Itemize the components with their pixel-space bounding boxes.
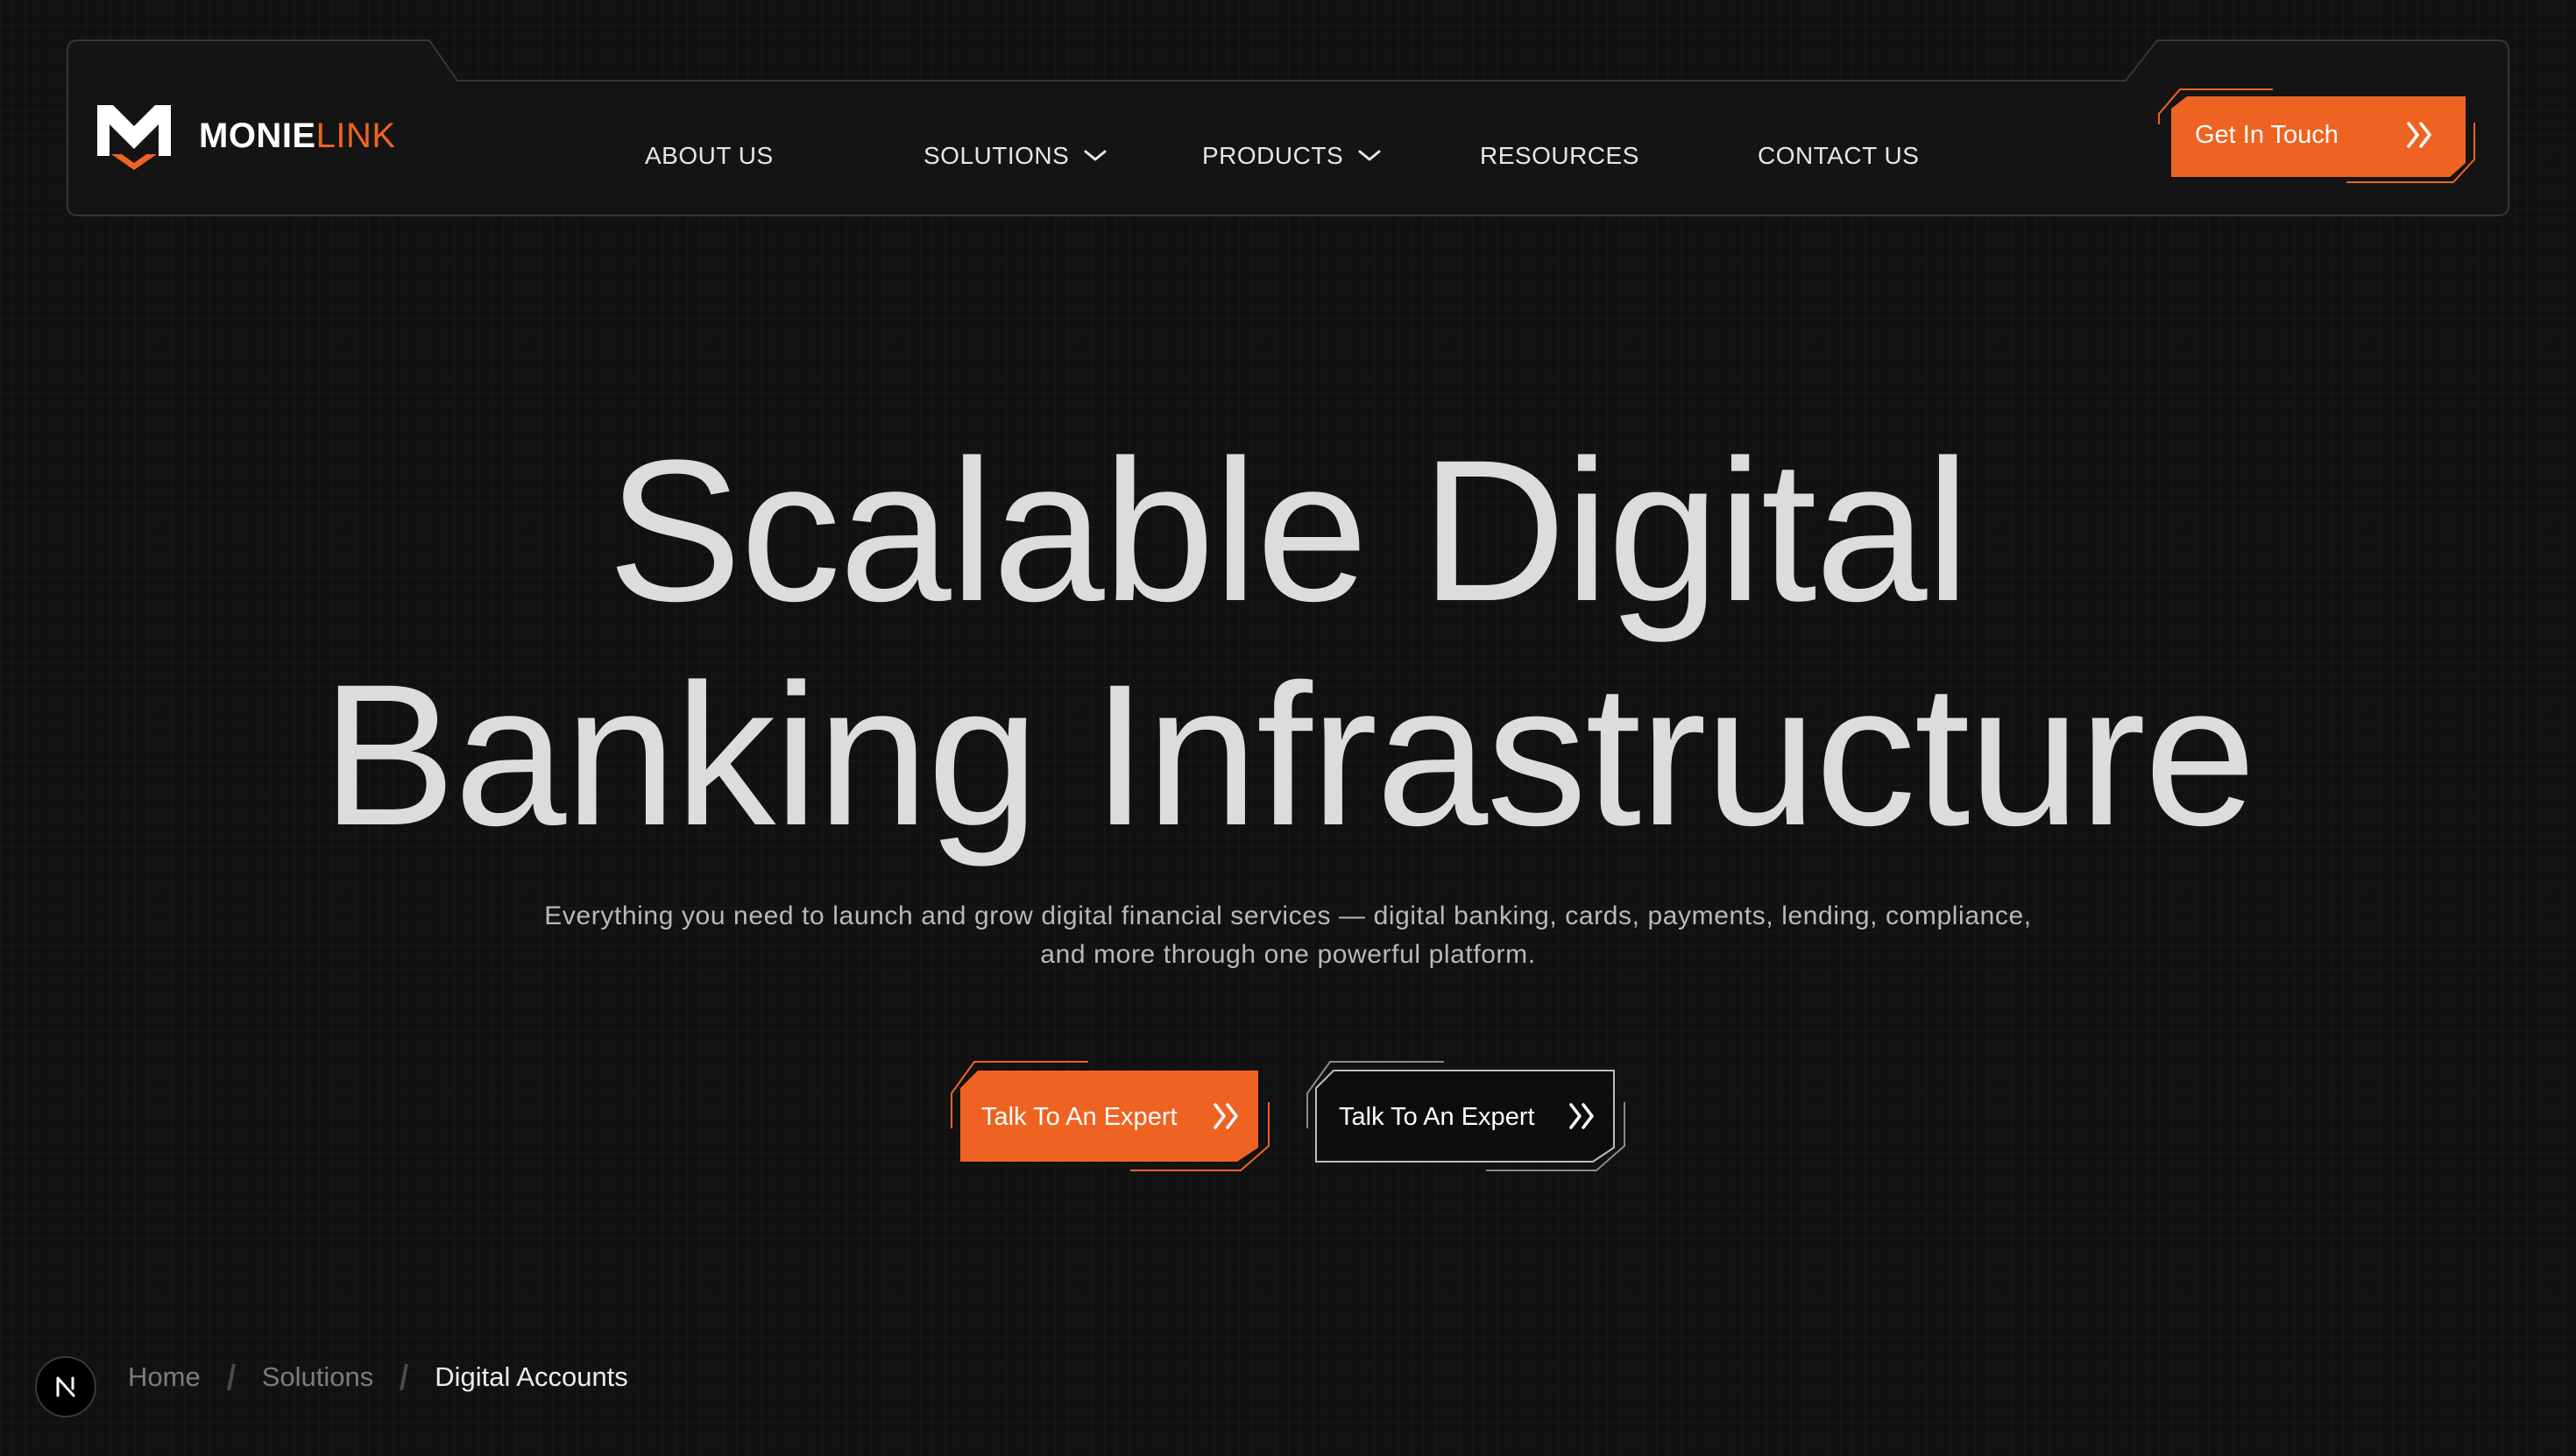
slash-separator-icon xyxy=(225,1362,237,1392)
hero-title: Scalable Digital Banking Infrastructure xyxy=(0,419,2576,867)
navbar: MONIELINK ABOUT US SOLUTIONS PRODUCTS RE… xyxy=(66,39,2510,217)
get-in-touch-button[interactable]: Get In Touch xyxy=(2155,79,2485,187)
talk-to-expert-primary-button[interactable]: Talk To An Expert xyxy=(948,1058,1272,1172)
brand-logo[interactable]: MONIELINK xyxy=(96,100,396,172)
get-in-touch-label: Get In Touch xyxy=(2195,121,2339,149)
nav-item-contact-us[interactable]: CONTACT US xyxy=(1758,142,1919,170)
breadcrumb-home[interactable]: Home xyxy=(128,1361,201,1393)
brand-name: MONIELINK xyxy=(199,117,396,156)
nav-item-label: RESOURCES xyxy=(1480,142,1639,169)
nav-item-label: SOLUTIONS xyxy=(924,142,1070,169)
floating-n-badge[interactable] xyxy=(35,1356,96,1417)
n-logo-icon xyxy=(56,1376,75,1397)
breadcrumb: Home Solutions Digital Accounts xyxy=(128,1361,628,1393)
brand-name-accent: LINK xyxy=(315,116,396,155)
hero-title-line-1: Scalable Digital xyxy=(607,418,1970,643)
monielink-m-logo-icon xyxy=(97,105,171,170)
hero-title-line-2: Banking Infrastructure xyxy=(321,642,2256,867)
nav-item-resources[interactable]: RESOURCES xyxy=(1480,142,1639,170)
talk-to-expert-secondary-button[interactable]: Talk To An Expert xyxy=(1304,1058,1628,1172)
nav-item-label: ABOUT US xyxy=(645,142,774,169)
brand-name-primary: MONIE xyxy=(199,116,316,155)
nav-item-label: PRODUCTS xyxy=(1202,142,1344,169)
chevron-down-icon xyxy=(1084,150,1107,161)
talk-to-expert-secondary-label: Talk To An Expert xyxy=(1339,1103,1535,1131)
double-chevron-right-icon xyxy=(1214,1103,1238,1129)
double-chevron-right-icon xyxy=(1569,1103,1594,1129)
chevron-down-icon xyxy=(1358,150,1381,161)
double-chevron-right-icon xyxy=(2407,122,2431,148)
navbar-frame xyxy=(67,39,2509,216)
slash-separator-icon xyxy=(398,1362,410,1392)
nav-item-products[interactable]: PRODUCTS xyxy=(1202,142,1382,170)
talk-to-expert-primary-label: Talk To An Expert xyxy=(981,1103,1178,1131)
nav-item-solutions[interactable]: SOLUTIONS xyxy=(924,142,1108,170)
hero-subtitle: Everything you need to launch and grow d… xyxy=(544,901,2032,969)
breadcrumb-solutions[interactable]: Solutions xyxy=(262,1361,374,1393)
nav-item-about-us[interactable]: ABOUT US xyxy=(645,142,774,170)
breadcrumb-current: Digital Accounts xyxy=(435,1361,628,1392)
nav-item-label: CONTACT US xyxy=(1758,142,1920,169)
